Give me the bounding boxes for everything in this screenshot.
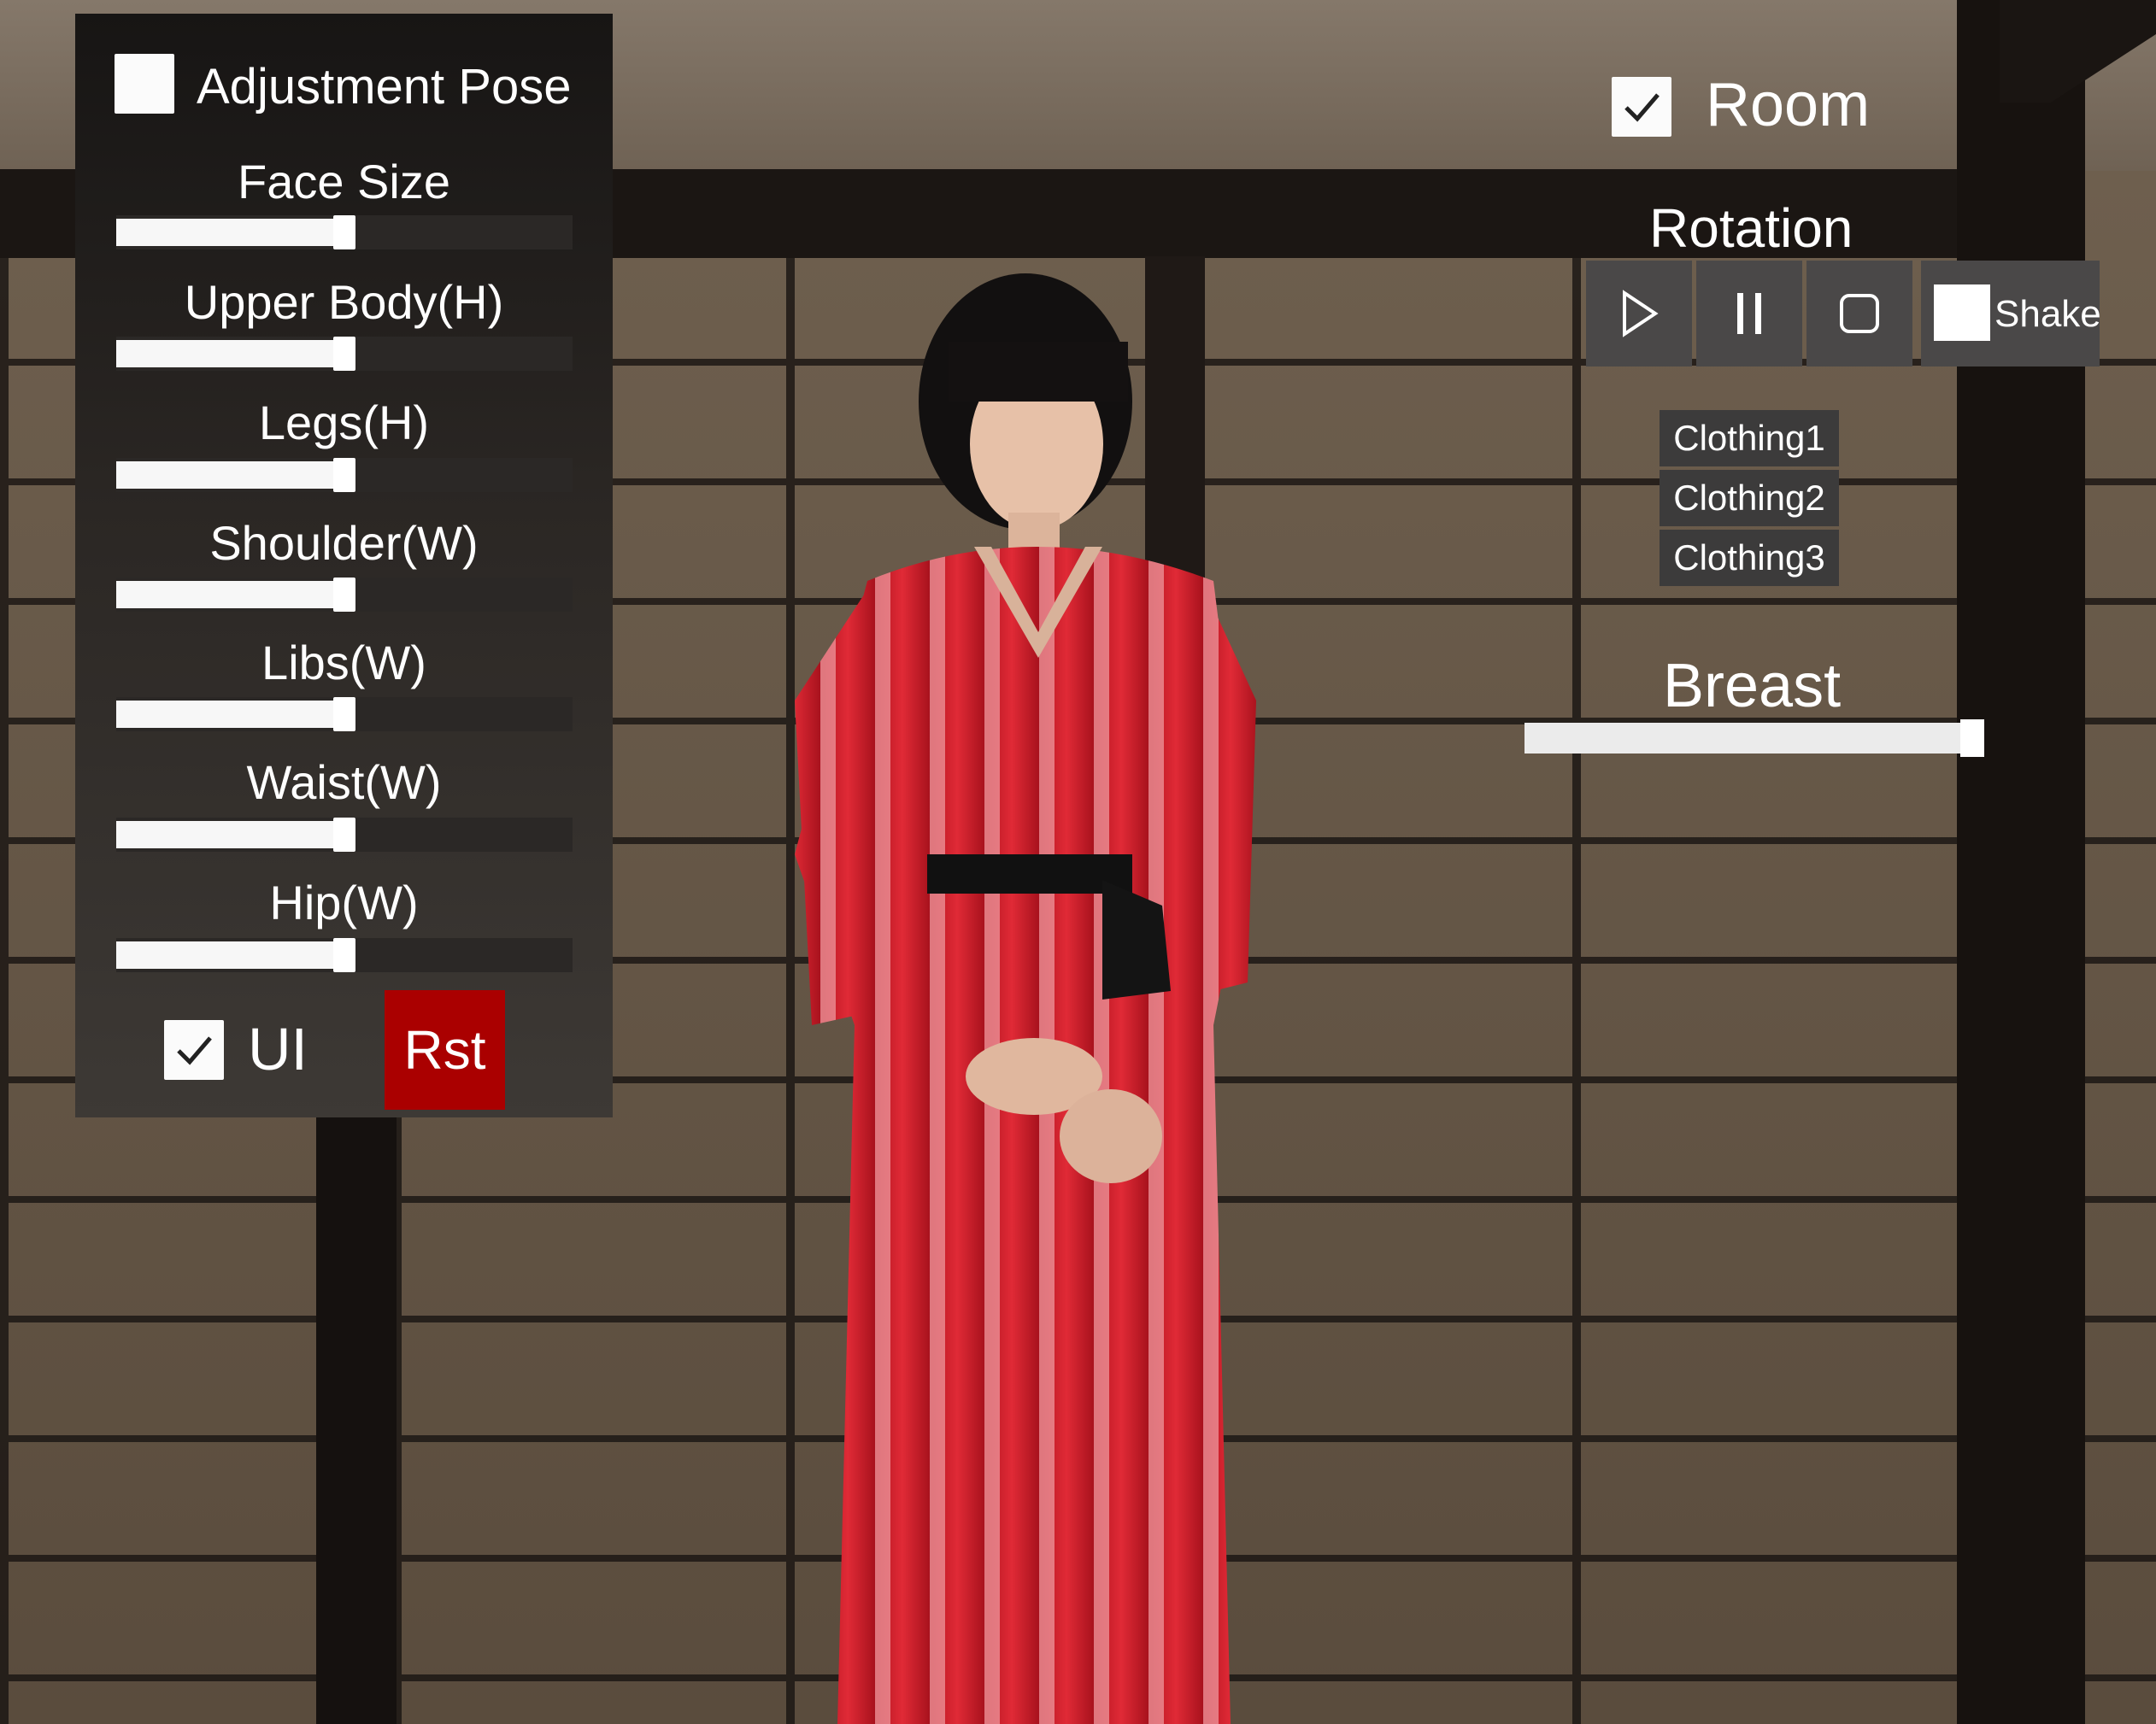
waist-label: Waist(W) xyxy=(246,755,442,809)
clothing-1-button[interactable]: Clothing1 xyxy=(1660,410,1839,466)
checkmark-icon xyxy=(1624,93,1660,122)
checkmark-icon xyxy=(177,1036,212,1065)
slider-handle[interactable] xyxy=(333,578,355,612)
room-checkbox[interactable] xyxy=(1612,77,1671,137)
adjustment-pose-checkbox[interactable] xyxy=(115,54,174,114)
ui-label: UI xyxy=(248,1016,308,1082)
slider-handle[interactable] xyxy=(333,697,355,731)
rotation-stop-button[interactable] xyxy=(1806,261,1912,366)
shoulder-slider[interactable] xyxy=(116,578,573,612)
adjustment-pose-label: Adjustment Pose xyxy=(197,59,572,114)
slider-handle[interactable] xyxy=(333,458,355,492)
hip-slider[interactable] xyxy=(116,938,573,972)
play-icon xyxy=(1623,290,1659,337)
slider-handle[interactable] xyxy=(333,938,355,972)
room-label: Room xyxy=(1706,71,1871,139)
clothing-3-button[interactable]: Clothing3 xyxy=(1660,530,1839,586)
slider-handle[interactable] xyxy=(333,818,355,852)
rotation-pause-button[interactable] xyxy=(1696,261,1802,366)
slider-fill xyxy=(116,461,344,489)
slider-fill xyxy=(116,581,344,608)
face-size-label: Face Size xyxy=(238,155,450,208)
rotation-play-button[interactable] xyxy=(1586,261,1692,366)
body-adjust-panel: Adjustment Pose Face Size Upper Body(H) … xyxy=(75,14,613,1117)
shake-label: Shake xyxy=(1994,293,2101,335)
clothing-2-button[interactable]: Clothing2 xyxy=(1660,470,1839,526)
hip-label: Hip(W) xyxy=(269,876,419,929)
breast-title: Breast xyxy=(1663,652,1842,720)
slider-handle[interactable] xyxy=(333,337,355,371)
legs-slider[interactable] xyxy=(116,458,573,492)
waist-slider[interactable] xyxy=(116,818,573,852)
breast-slider[interactable] xyxy=(1524,719,1984,757)
libs-slider[interactable] xyxy=(116,697,573,731)
shoulder-label: Shoulder(W) xyxy=(209,516,479,570)
slider-fill xyxy=(116,219,344,246)
reset-button[interactable]: Rst xyxy=(385,990,505,1110)
upper-body-label: Upper Body(H) xyxy=(184,275,504,329)
stop-icon xyxy=(1840,294,1879,333)
upper-body-slider[interactable] xyxy=(116,337,573,371)
libs-label: Libs(W) xyxy=(261,636,426,689)
shake-checkbox[interactable] xyxy=(1934,284,1990,341)
legs-label: Legs(H) xyxy=(258,396,430,449)
slider-fill xyxy=(116,701,344,728)
face-size-slider[interactable] xyxy=(116,215,573,249)
shake-toggle[interactable]: Shake xyxy=(1921,261,2101,366)
slider-fill xyxy=(116,941,344,969)
slider-handle[interactable] xyxy=(333,215,355,249)
slider-fill xyxy=(116,821,344,848)
slider-fill xyxy=(116,340,344,367)
slider-handle[interactable] xyxy=(1960,719,1984,757)
rotation-title: Rotation xyxy=(1649,197,1853,259)
ui-checkbox[interactable] xyxy=(164,1020,224,1080)
pause-icon xyxy=(1737,293,1761,334)
